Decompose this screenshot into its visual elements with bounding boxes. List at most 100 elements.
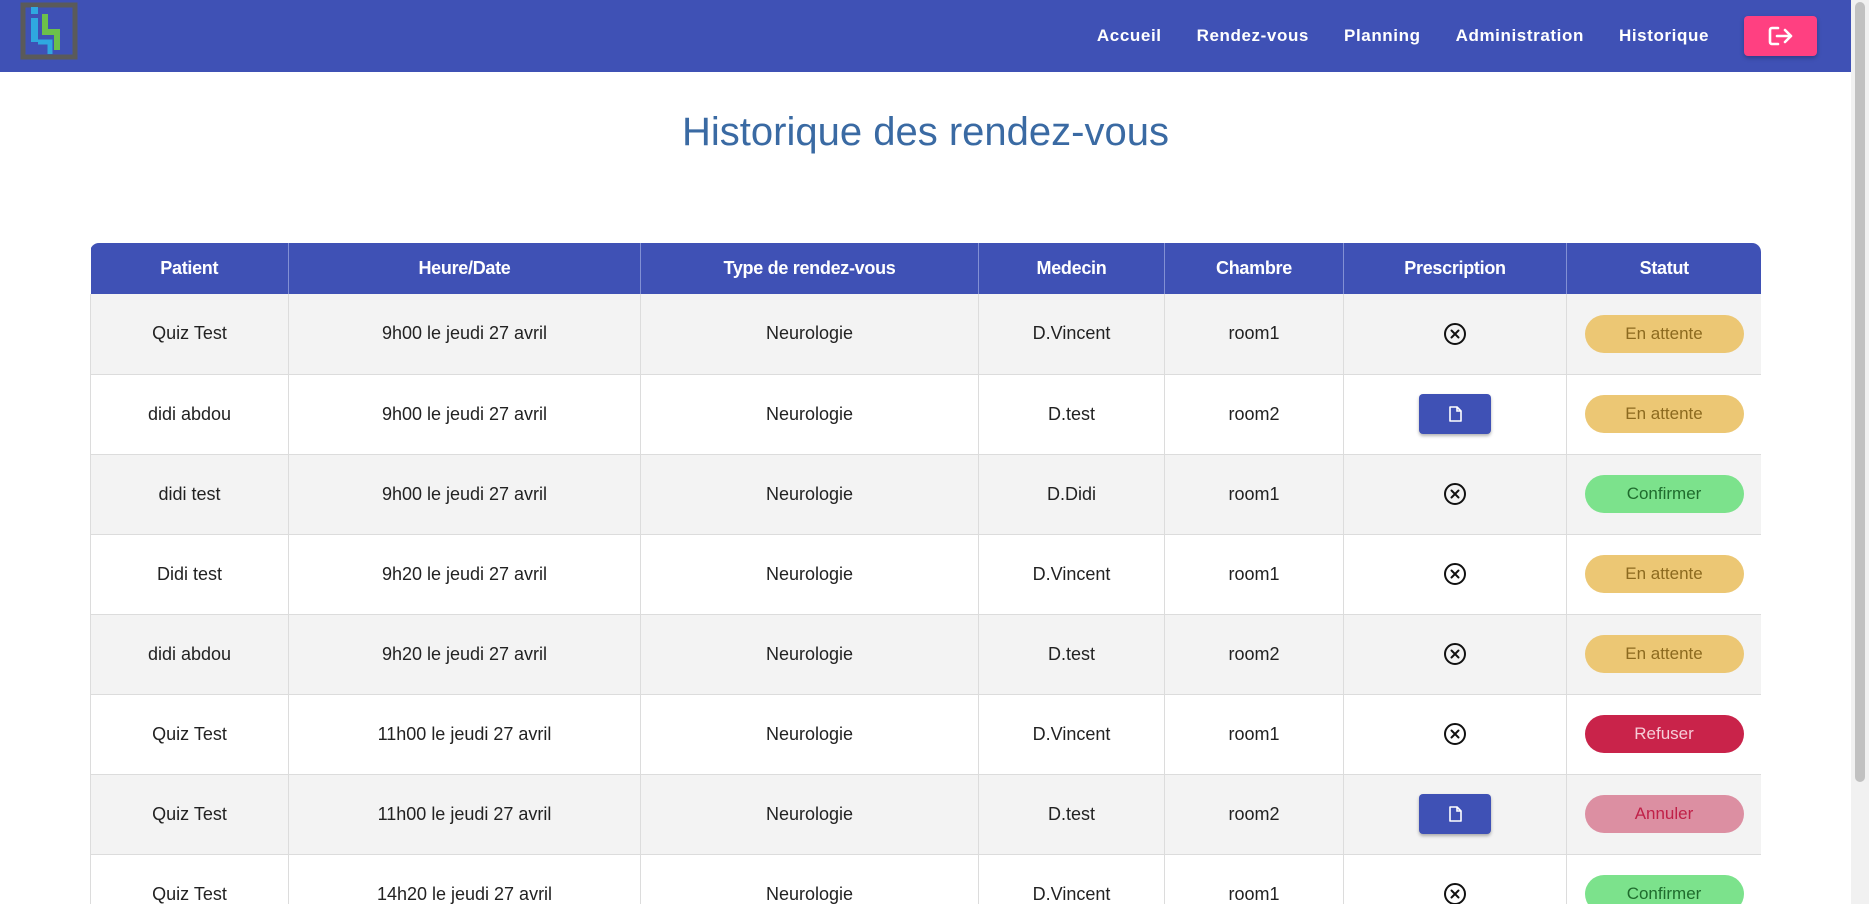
cell-datetime: 9h00 le jeudi 27 avril: [288, 374, 641, 455]
cell-patient: didi abdou: [90, 614, 289, 695]
status-badge[interactable]: Confirmer: [1584, 475, 1744, 513]
cell-statut: Refuser: [1566, 694, 1761, 775]
cell-patient: Quiz Test: [90, 774, 289, 855]
nav-link-4[interactable]: Historique: [1619, 26, 1709, 46]
logout-button[interactable]: [1744, 16, 1817, 56]
cell-chambre: room1: [1164, 454, 1344, 535]
file-icon: [1449, 806, 1462, 822]
header-medecin: Medecin: [978, 243, 1165, 294]
no-prescription-icon: [1444, 643, 1466, 665]
prescription-button[interactable]: [1419, 394, 1491, 434]
cell-statut: En attente: [1566, 534, 1761, 615]
table-row: didi abdou 9h20 le jeudi 27 avril Neurolog…: [90, 614, 1761, 695]
cell-statut: Annuler: [1566, 774, 1761, 855]
cell-chambre: room2: [1164, 774, 1344, 855]
cell-patient: Didi test: [90, 534, 289, 615]
cell-type: Neurologie: [640, 694, 979, 775]
table-row: Quiz Test 14h20 le jeudi 27 avril Neurolog…: [90, 854, 1761, 904]
nav-link-1[interactable]: Rendez-vous: [1197, 26, 1309, 46]
cell-statut: Confirmer: [1566, 454, 1761, 535]
cell-patient: Quiz Test: [90, 294, 289, 375]
nav-link-0[interactable]: Accueil: [1097, 26, 1162, 46]
cell-prescription: [1343, 694, 1567, 775]
cell-datetime: 11h00 le jeudi 27 avril: [288, 774, 641, 855]
header-datetime: Heure/Date: [288, 243, 641, 294]
no-prescription-icon: [1444, 883, 1466, 904]
cell-statut: Confirmer: [1566, 854, 1761, 904]
app-logo[interactable]: [20, 2, 78, 60]
status-badge[interactable]: Annuler: [1584, 795, 1744, 833]
cell-type: Neurologie: [640, 854, 979, 904]
table-header-row: Patient Heure/Date Type de rendez-vous Mede…: [90, 243, 1761, 294]
no-prescription-icon: [1444, 723, 1466, 745]
header-patient: Patient: [90, 243, 289, 294]
cell-datetime: 9h20 le jeudi 27 avril: [288, 614, 641, 695]
cell-medecin: D.Didi: [978, 454, 1165, 535]
cell-patient: didi abdou: [90, 374, 289, 455]
table-body: Quiz Test 9h00 le jeudi 27 avril Neurologi…: [90, 294, 1761, 904]
scrollbar-thumb[interactable]: [1855, 2, 1865, 782]
cell-chambre: room2: [1164, 374, 1344, 455]
cell-chambre: room1: [1164, 294, 1344, 375]
table-row: Quiz Test 11h00 le jeudi 27 avril Neurolog…: [90, 774, 1761, 855]
navbar: Accueil Rendez-vous Planning Administration…: [0, 0, 1851, 72]
cell-statut: En attente: [1566, 374, 1761, 455]
cell-datetime: 9h00 le jeudi 27 avril: [288, 294, 641, 375]
file-icon: [1449, 406, 1462, 422]
cell-statut: En attente: [1566, 294, 1761, 375]
table-row: Quiz Test 9h00 le jeudi 27 avril Neurologi…: [90, 294, 1761, 375]
cell-datetime: 11h00 le jeudi 27 avril: [288, 694, 641, 775]
prescription-button[interactable]: [1419, 794, 1491, 834]
cell-medecin: D.Vincent: [978, 294, 1165, 375]
nav-link-2[interactable]: Planning: [1344, 26, 1421, 46]
cell-medecin: D.Vincent: [978, 534, 1165, 615]
cell-prescription: [1343, 774, 1567, 855]
cell-statut: En attente: [1566, 614, 1761, 695]
cell-medecin: D.test: [978, 614, 1165, 695]
header-type: Type de rendez-vous: [640, 243, 979, 294]
cell-prescription: [1343, 614, 1567, 695]
cell-medecin: D.test: [978, 774, 1165, 855]
cell-patient: Quiz Test: [90, 854, 289, 904]
cell-prescription: [1343, 854, 1567, 904]
status-badge[interactable]: En attente: [1584, 395, 1744, 433]
cell-prescription: [1343, 534, 1567, 615]
cell-prescription: [1343, 294, 1567, 375]
cell-medecin: D.test: [978, 374, 1165, 455]
cell-type: Neurologie: [640, 374, 979, 455]
cell-type: Neurologie: [640, 614, 979, 695]
scrollbar[interactable]: [1851, 0, 1869, 904]
cell-medecin: D.Vincent: [978, 854, 1165, 904]
cell-chambre: room2: [1164, 614, 1344, 695]
status-badge[interactable]: En attente: [1584, 314, 1744, 353]
cell-prescription: [1343, 454, 1567, 535]
cell-patient: Quiz Test: [90, 694, 289, 775]
status-badge[interactable]: En attente: [1584, 555, 1744, 593]
header-statut: Statut: [1566, 243, 1761, 294]
header-chambre: Chambre: [1164, 243, 1344, 294]
sign-out-icon: [1768, 26, 1792, 46]
no-prescription-icon: [1444, 483, 1466, 505]
header-prescription: Prescription: [1343, 243, 1567, 294]
nav-links: Accueil Rendez-vous Planning Administration…: [1097, 0, 1851, 72]
nav-link-3[interactable]: Administration: [1456, 26, 1584, 46]
no-prescription-icon: [1444, 563, 1466, 585]
cell-datetime: 9h00 le jeudi 27 avril: [288, 454, 641, 535]
no-prescription-icon: [1444, 322, 1466, 345]
table-row: Quiz Test 11h00 le jeudi 27 avril Neurolog…: [90, 694, 1761, 775]
cell-type: Neurologie: [640, 294, 979, 375]
cell-type: Neurologie: [640, 774, 979, 855]
cell-type: Neurologie: [640, 534, 979, 615]
cell-chambre: room1: [1164, 534, 1344, 615]
cell-datetime: 14h20 le jeudi 27 avril: [288, 854, 641, 904]
status-badge[interactable]: Refuser: [1584, 715, 1744, 753]
page-title: Historique des rendez-vous: [682, 110, 1169, 154]
cell-prescription: [1343, 374, 1567, 455]
cell-chambre: room1: [1164, 694, 1344, 775]
cell-patient: didi test: [90, 454, 289, 535]
status-badge[interactable]: Confirmer: [1584, 875, 1744, 904]
cell-chambre: room1: [1164, 854, 1344, 904]
appointments-table: Patient Heure/Date Type de rendez-vous Mede…: [90, 243, 1761, 904]
cell-type: Neurologie: [640, 454, 979, 535]
status-badge[interactable]: En attente: [1584, 635, 1744, 673]
